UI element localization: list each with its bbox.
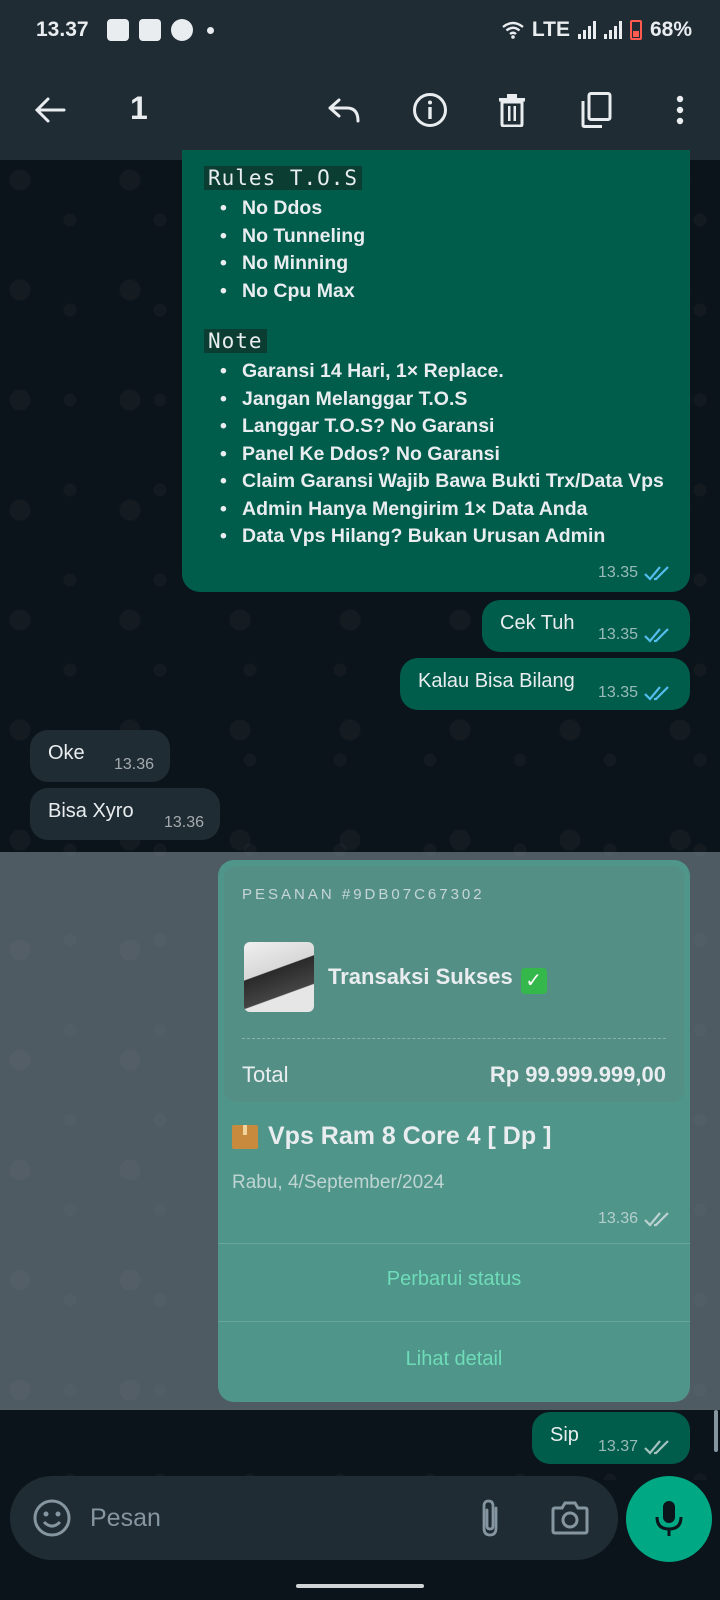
divider bbox=[242, 1038, 666, 1039]
list-item: Claim Garansi Wajib Bawa Bukti Trx/Data … bbox=[204, 468, 676, 496]
message-meta: 13.36 bbox=[598, 1210, 672, 1228]
read-tick-icon bbox=[644, 566, 669, 581]
rules-message-bubble[interactable]: Rules T.O.S No Ddos No Tunneling No Minn… bbox=[182, 150, 690, 592]
info-icon[interactable] bbox=[408, 88, 452, 132]
product-name: Vps Ram 8 Core 4 [ Dp ] bbox=[268, 1122, 552, 1150]
check-mark-icon: ✓ bbox=[520, 968, 547, 994]
product-title: Vps Ram 8 Core 4 [ Dp ] bbox=[232, 1122, 551, 1151]
list-item: Admin Hanya Mengirim 1× Data Anda bbox=[204, 496, 676, 524]
emoji-icon[interactable] bbox=[32, 1498, 72, 1538]
message-bubble-in[interactable]: Bisa Xyro 13.36 bbox=[30, 788, 220, 840]
notification-bag-icon-2 bbox=[138, 19, 161, 41]
list-item: Garansi 14 Hari, 1× Replace. bbox=[204, 358, 676, 386]
order-summary: PESANAN #9DB07C67302 Transaksi Sukses ✓ T… bbox=[224, 866, 684, 1102]
copy-icon[interactable] bbox=[574, 88, 618, 132]
paperclip-icon[interactable] bbox=[472, 1498, 508, 1538]
order-message-card[interactable]: PESANAN #9DB07C67302 Transaksi Sukses ✓ T… bbox=[218, 860, 690, 1402]
message-meta: 13.35 bbox=[598, 564, 672, 582]
order-status-text: Transaksi Sukses bbox=[328, 964, 513, 989]
status-bar: 13.37 LTE 68% bbox=[0, 0, 720, 60]
divider bbox=[218, 1243, 690, 1244]
message-text: Bisa Xyro bbox=[48, 800, 134, 822]
battery-percent: 68% bbox=[649, 18, 692, 41]
message-bubble-out[interactable]: Kalau Bisa Bilang 13.35 bbox=[400, 658, 690, 710]
notification-bag-icon bbox=[106, 19, 129, 41]
message-meta: 13.36 bbox=[114, 756, 154, 774]
view-detail-button[interactable]: Lihat detail bbox=[218, 1348, 690, 1371]
list-item: No Ddos bbox=[204, 195, 676, 223]
list-item: No Cpu Max bbox=[204, 278, 676, 306]
order-date: Rabu, 4/September/2024 bbox=[232, 1172, 445, 1193]
camera-icon[interactable] bbox=[550, 1500, 590, 1536]
divider bbox=[218, 1321, 690, 1322]
battery-icon bbox=[629, 20, 642, 40]
signal-icon-2 bbox=[603, 21, 622, 39]
more-vert-icon[interactable] bbox=[658, 88, 702, 132]
more-notifications-dot bbox=[206, 26, 214, 34]
total-label: Total bbox=[242, 1062, 289, 1087]
message-time: 13.36 bbox=[597, 1210, 638, 1227]
rules-heading: Rules T.O.S bbox=[204, 166, 363, 190]
message-bubble-out[interactable]: Cek Tuh 13.35 bbox=[482, 600, 690, 652]
read-tick-icon bbox=[644, 686, 669, 701]
message-text: Sip bbox=[550, 1424, 579, 1446]
message-bubble-in[interactable]: Oke 13.36 bbox=[30, 730, 170, 782]
list-item: Langgar T.O.S? No Garansi bbox=[204, 413, 676, 441]
message-text: Oke bbox=[48, 742, 85, 764]
message-text: Kalau Bisa Bilang bbox=[418, 670, 575, 692]
list-item: Data Vps Hilang? Bukan Urusan Admin bbox=[204, 523, 676, 551]
network-type: LTE bbox=[531, 18, 570, 41]
message-meta: 13.35 bbox=[598, 626, 672, 644]
message-time: 13.36 bbox=[163, 814, 204, 831]
signal-icon-1 bbox=[577, 21, 596, 39]
scrollbar[interactable] bbox=[714, 1410, 718, 1452]
delivered-tick-icon bbox=[644, 1212, 669, 1227]
list-item: Panel Ke Ddos? No Garansi bbox=[204, 441, 676, 469]
home-indicator[interactable] bbox=[296, 1584, 424, 1588]
order-status: Transaksi Sukses ✓ bbox=[328, 964, 547, 994]
message-time: 13.36 bbox=[113, 756, 154, 773]
message-input[interactable] bbox=[90, 1496, 450, 1540]
notes-list: Garansi 14 Hari, 1× Replace. Jangan Mela… bbox=[204, 358, 676, 551]
message-time: 13.35 bbox=[597, 626, 638, 643]
message-time: 13.35 bbox=[597, 684, 638, 701]
selected-count: 1 bbox=[130, 90, 148, 126]
message-meta: 13.37 bbox=[598, 1438, 672, 1456]
message-bubble-out[interactable]: Sip 13.37 bbox=[532, 1412, 690, 1464]
rules-list: No Ddos No Tunneling No Minning No Cpu M… bbox=[204, 195, 676, 305]
list-item: No Minning bbox=[204, 250, 676, 278]
update-status-button[interactable]: Perbarui status bbox=[218, 1268, 690, 1291]
note-heading: Note bbox=[204, 329, 267, 353]
notification-gauge-icon bbox=[170, 19, 193, 41]
message-time: 13.35 bbox=[597, 564, 638, 581]
selection-toolbar: 1 bbox=[0, 60, 720, 160]
message-meta: 13.35 bbox=[598, 684, 672, 702]
microphone-icon bbox=[655, 1501, 683, 1536]
message-composer bbox=[10, 1476, 618, 1560]
microphone-button[interactable] bbox=[626, 1476, 712, 1562]
reply-icon[interactable] bbox=[322, 88, 366, 132]
delete-icon[interactable] bbox=[490, 88, 534, 132]
delivered-tick-icon bbox=[644, 1440, 669, 1455]
status-time: 13.37 bbox=[36, 18, 89, 41]
order-id: PESANAN #9DB07C67302 bbox=[242, 886, 485, 903]
back-arrow-icon[interactable] bbox=[28, 88, 72, 132]
total-value: Rp 99.999.999,00 bbox=[489, 1062, 666, 1087]
wifi-icon bbox=[502, 21, 524, 39]
list-item: No Tunneling bbox=[204, 223, 676, 251]
read-tick-icon bbox=[644, 628, 669, 643]
message-text: Cek Tuh bbox=[500, 612, 575, 634]
message-meta: 13.36 bbox=[164, 814, 204, 832]
package-icon bbox=[232, 1124, 258, 1149]
list-item: Jangan Melanggar T.O.S bbox=[204, 386, 676, 414]
merchant-avatar bbox=[244, 942, 314, 1012]
message-time: 13.37 bbox=[597, 1438, 638, 1455]
